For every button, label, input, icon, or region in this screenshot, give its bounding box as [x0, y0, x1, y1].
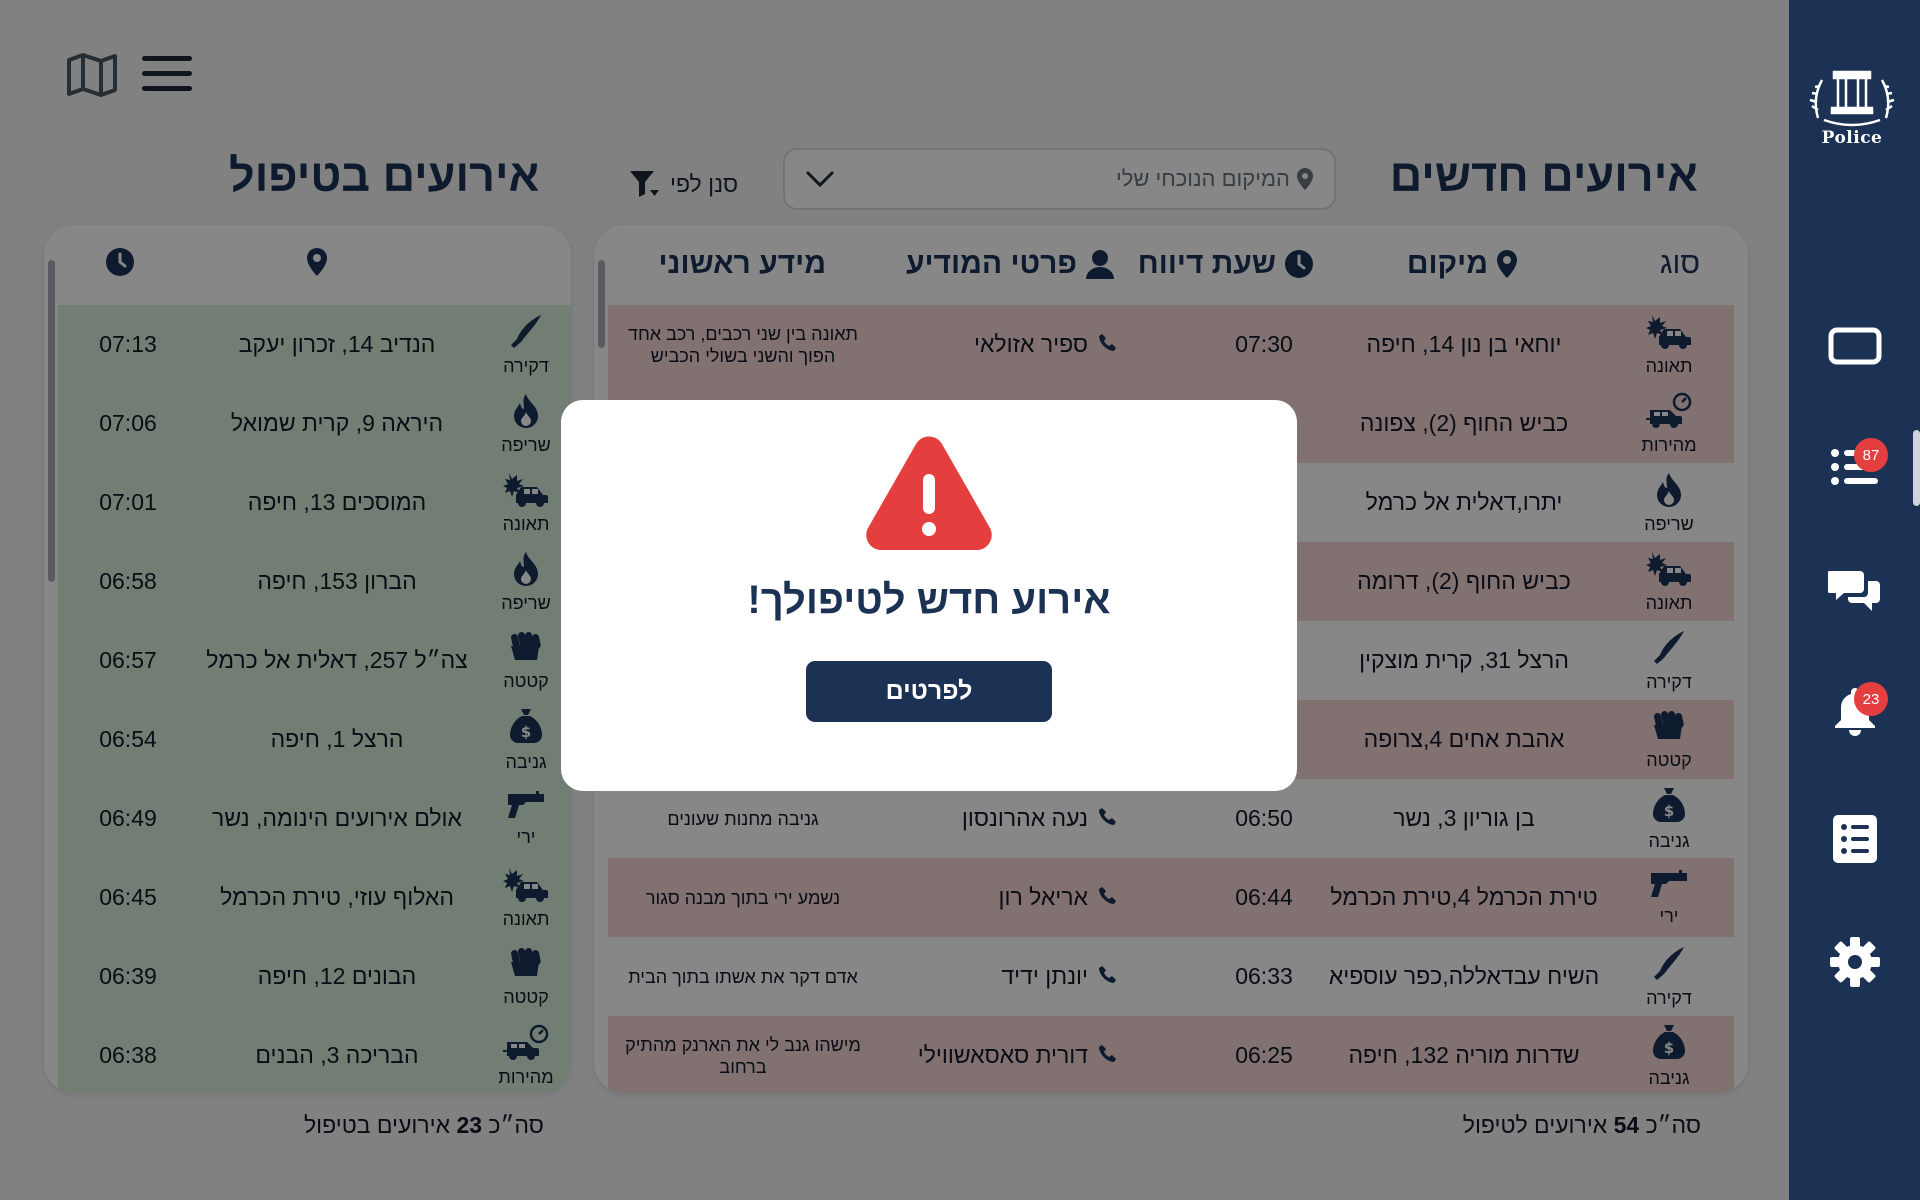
sidebar: Police 87 23: [1789, 0, 1920, 1200]
nav-notifications[interactable]: 23: [1820, 676, 1890, 746]
warning-icon: [866, 436, 992, 550]
settings-icon: [1830, 937, 1880, 987]
new-event-modal: אירוע חדש לטיפולך! לפרטים: [561, 400, 1297, 791]
nav-tablet[interactable]: [1820, 311, 1890, 381]
police-logo: Police: [1804, 60, 1900, 152]
nav-chat[interactable]: [1820, 556, 1890, 626]
nav-settings[interactable]: [1820, 927, 1890, 997]
nav-documents[interactable]: [1820, 804, 1890, 874]
modal-message: אירוע חדש לטיפולך!: [747, 578, 1111, 622]
nav-list[interactable]: 87: [1820, 432, 1890, 502]
notifications-badge: 23: [1854, 682, 1888, 716]
sidebar-scrollbar[interactable]: [1913, 430, 1920, 506]
logo-text: Police: [1821, 128, 1883, 148]
details-button[interactable]: לפרטים: [806, 661, 1052, 722]
document-list-icon: [1833, 815, 1877, 863]
tablet-icon: [1828, 327, 1882, 365]
list-badge: 87: [1854, 438, 1888, 472]
police-emblem-icon: [1809, 70, 1895, 127]
chat-icon: [1828, 571, 1880, 611]
